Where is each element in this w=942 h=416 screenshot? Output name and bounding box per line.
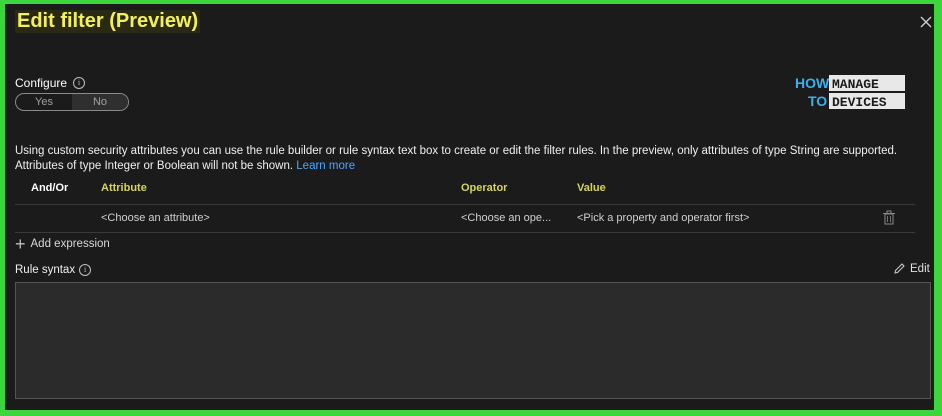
- logo-manage: MANAGE: [832, 77, 879, 92]
- attribute-dropdown[interactable]: <Choose an attribute>: [101, 212, 210, 224]
- add-expression-button[interactable]: + Add expression: [15, 234, 110, 254]
- close-icon[interactable]: [918, 14, 934, 30]
- how-to-manage-devices-logo: HOW TO MANAGE DEVICES: [795, 75, 905, 110]
- learn-more-link[interactable]: Learn more: [296, 160, 355, 172]
- description: Using custom security attributes you can…: [15, 144, 915, 174]
- toggle-no[interactable]: No: [72, 94, 128, 110]
- description-text: Using custom security attributes you can…: [15, 145, 898, 172]
- info-icon[interactable]: i: [73, 77, 86, 89]
- column-operator: Operator: [461, 182, 508, 194]
- plus-icon: +: [15, 234, 26, 254]
- rule-syntax-section: Rule syntax i: [15, 264, 92, 276]
- delete-icon[interactable]: [882, 210, 896, 226]
- edit-filter-dialog: Edit filter (Preview) Configure i Yes No…: [5, 4, 934, 410]
- pencil-icon: [894, 263, 905, 274]
- table-row: <Choose an attribute> <Choose an ope... …: [15, 212, 915, 230]
- rule-syntax-label: Rule syntax: [15, 264, 76, 276]
- edit-label: Edit: [910, 262, 930, 275]
- column-attribute: Attribute: [101, 182, 147, 194]
- dialog-title: Edit filter (Preview): [15, 10, 201, 33]
- logo-to: TO: [808, 93, 827, 109]
- configure-toggle[interactable]: Yes No: [15, 93, 129, 111]
- table-header: And/Or Attribute Operator Value: [15, 182, 915, 202]
- logo-devices: DEVICES: [832, 95, 887, 110]
- add-expression-label: Add expression: [30, 238, 110, 250]
- divider: [15, 232, 915, 233]
- edit-button[interactable]: Edit: [893, 262, 930, 275]
- column-value: Value: [577, 182, 606, 194]
- divider: [15, 204, 915, 205]
- configure-label: Configure: [15, 76, 68, 90]
- value-input[interactable]: <Pick a property and operator first>: [577, 212, 749, 224]
- info-icon[interactable]: i: [79, 264, 92, 276]
- column-andor: And/Or: [31, 182, 69, 194]
- configure-section: Configure i: [15, 76, 86, 90]
- rule-syntax-textbox[interactable]: [15, 282, 931, 399]
- toggle-yes[interactable]: Yes: [16, 94, 72, 110]
- operator-dropdown[interactable]: <Choose an ope...: [461, 212, 551, 224]
- logo-how: HOW: [795, 75, 830, 91]
